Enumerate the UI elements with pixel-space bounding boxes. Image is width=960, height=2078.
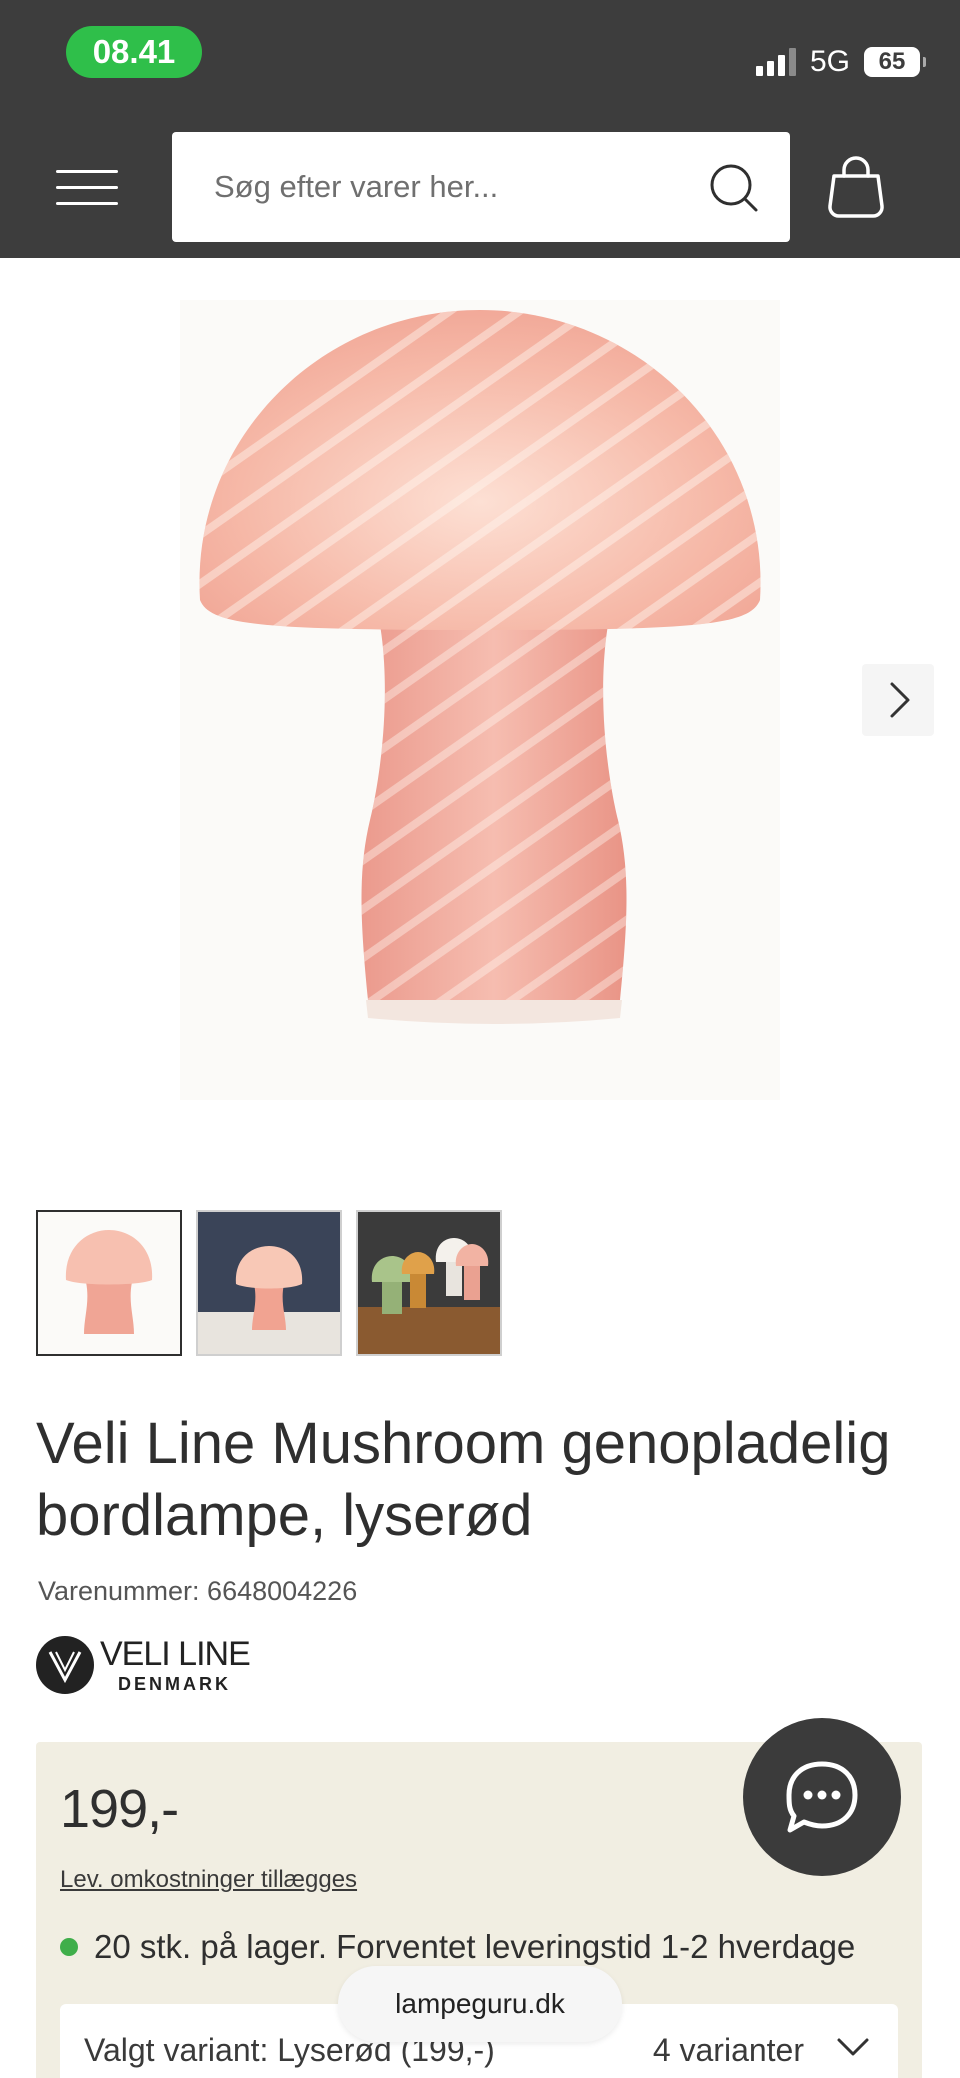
- menu-icon[interactable]: [56, 168, 118, 208]
- thumbnail-3[interactable]: [356, 1210, 502, 1356]
- product-page: 08.41 5G 65 Søg efter varer her... Veli …: [0, 0, 960, 2078]
- thumbnail-group-image: [358, 1212, 500, 1354]
- status-indicators: 5G 65: [755, 40, 926, 84]
- search-icon[interactable]: [708, 162, 760, 214]
- brand-logo[interactable]: VELI LINE DENMARK: [36, 1630, 251, 1700]
- chevron-down-icon: [837, 2038, 869, 2056]
- header: 08.41 5G 65: [0, 0, 960, 258]
- signal-icon: [755, 48, 796, 76]
- thumbnail-2[interactable]: [196, 1210, 342, 1356]
- cart-icon[interactable]: [826, 156, 886, 218]
- thumbnail-lamp-image: [38, 1212, 180, 1354]
- brand-badge-icon: [36, 1636, 94, 1694]
- mushroom-lamp-image: [199, 310, 761, 1024]
- thumbnail-strip: [36, 1210, 502, 1356]
- search-bar[interactable]: [172, 132, 790, 242]
- variant-count: 4 varianter: [652, 2032, 804, 2068]
- gallery-next-button[interactable]: [862, 664, 934, 736]
- battery-icon: 65: [864, 47, 926, 77]
- stock-text: 20 stk. på lager. Forventet leveringstid…: [94, 1928, 856, 1965]
- site-url-pill[interactable]: lampeguru.dk: [338, 1966, 622, 2042]
- network-label: 5G: [809, 45, 850, 78]
- in-stock-indicator: [60, 1938, 78, 1956]
- thumbnail-room-image: [198, 1212, 340, 1354]
- shipping-cost-link[interactable]: Lev. omkostninger tillægges: [60, 1866, 357, 1894]
- price: 199,-: [60, 1779, 179, 1839]
- chat-button[interactable]: [743, 1718, 901, 1876]
- search-input[interactable]: [212, 132, 692, 242]
- status-time: 08.41: [66, 26, 202, 78]
- product-title: Veli Line Mushroom genopladelig bordlamp…: [36, 1411, 891, 1548]
- brand-name: VELI LINE: [100, 1635, 251, 1673]
- chevron-right-icon: [890, 682, 910, 718]
- brand-subtitle: DENMARK: [118, 1674, 231, 1694]
- product-main-image[interactable]: [180, 300, 780, 1100]
- product-sku: Varenummer: 6648004226: [38, 1576, 358, 1606]
- stock-status: 20 stk. på lager. Forventet leveringstid…: [60, 1928, 855, 1966]
- thumbnail-1[interactable]: [36, 1210, 182, 1356]
- chat-bubble-icon: [786, 1761, 858, 1833]
